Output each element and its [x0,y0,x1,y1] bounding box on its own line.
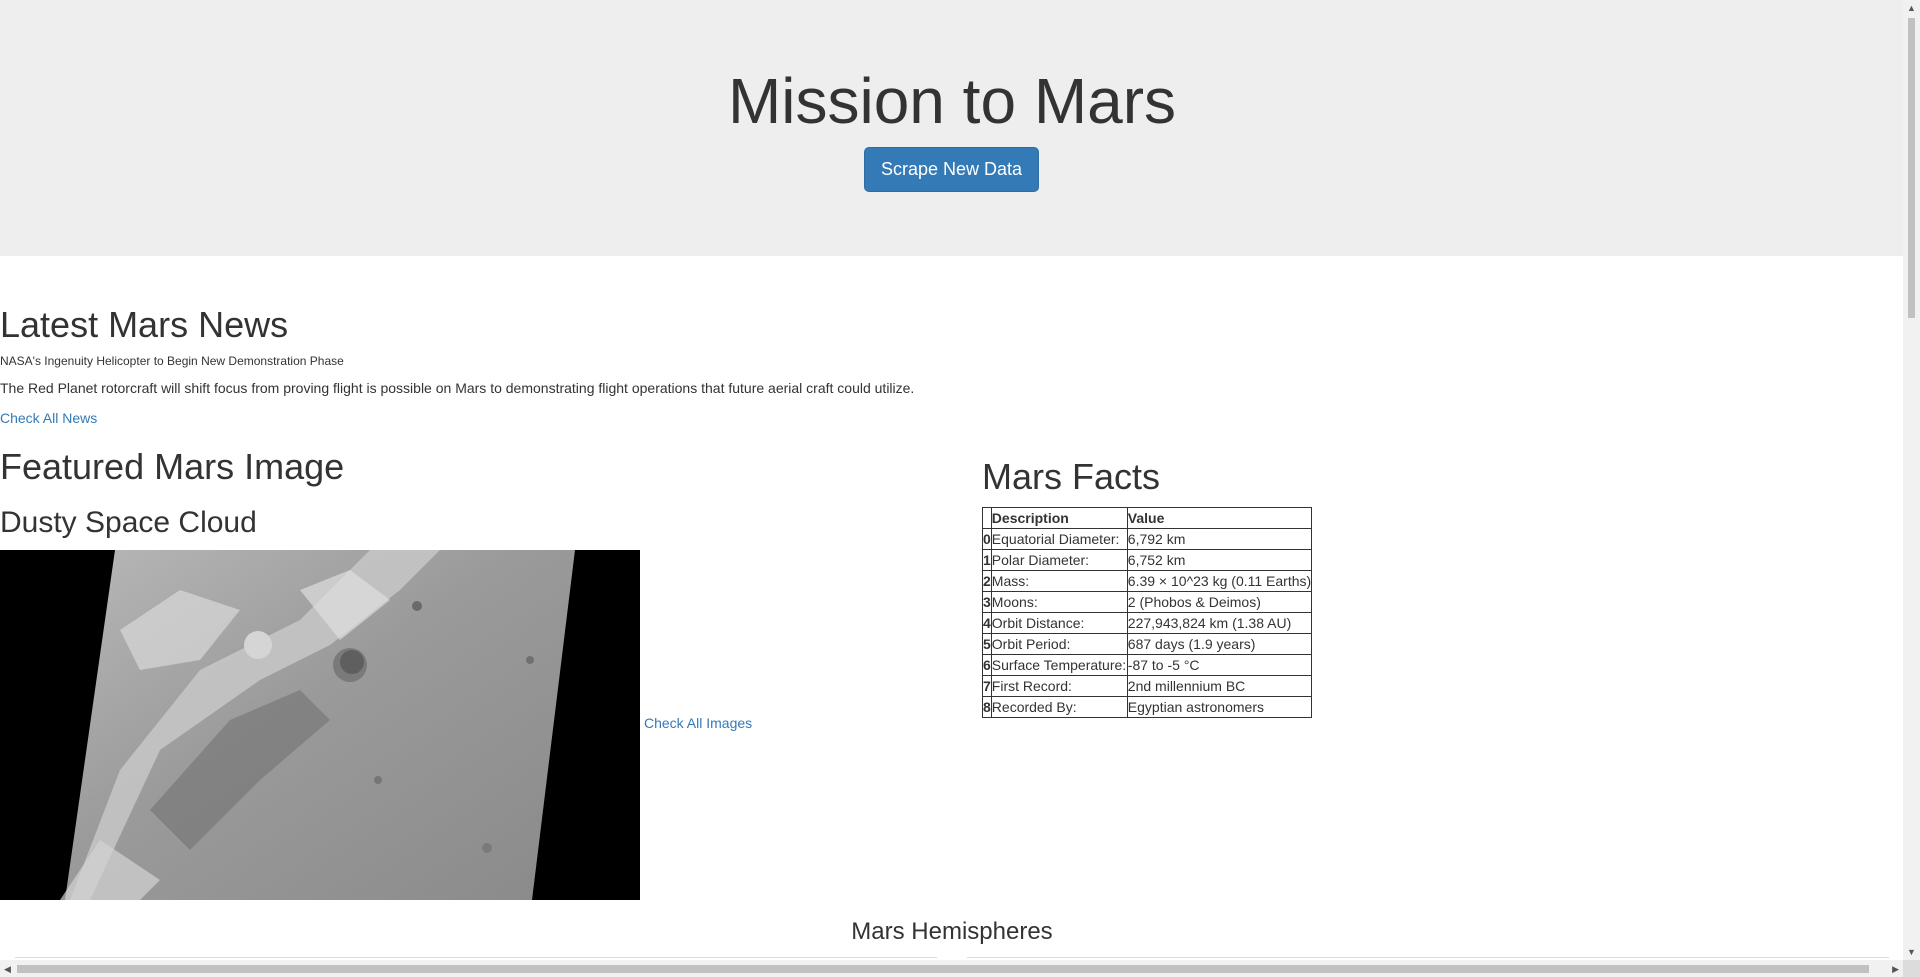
scroll-left-icon[interactable]: ◀ [4,964,11,974]
table-row: 5 Orbit Period: 687 days (1.9 years) [982,633,1313,655]
table-row: 8 Recorded By: Egyptian astronomers [982,696,1313,718]
row-value: 6.39 × 10^23 kg (0.11 Earths) [1126,570,1313,592]
table-row: 2 Mass: 6.39 × 10^23 kg (0.11 Earths) [982,570,1313,592]
row-value: 6,752 km [1126,549,1313,571]
check-all-images-link[interactable]: Check All Images [644,713,752,733]
row-description: Moons: [990,591,1128,613]
table-row: 1 Polar Diameter: 6,752 km [982,549,1313,571]
news-title: NASA's Ingenuity Helicopter to Begin New… [0,354,344,368]
row-index: 1 [982,549,992,571]
row-index: 2 [982,570,992,592]
row-description: Mass: [990,570,1128,592]
mars-facts-table: Description Value 0 Equatorial Diameter: 6… [982,507,1313,718]
row-index: 8 [982,696,992,718]
description-header: Description [990,507,1128,529]
scrape-new-data-button[interactable]: Scrape New Data [864,147,1039,192]
vertical-scrollbar[interactable]: ▲ ▼ [1903,0,1920,960]
row-index: 0 [982,528,992,550]
row-description: Polar Diameter: [990,549,1128,571]
table-header-row: Description Value [982,507,1313,529]
table-row: 3 Moons: 2 (Phobos & Deimos) [982,591,1313,613]
news-paragraph: The Red Planet rotorcraft will shift foc… [0,380,915,396]
row-index: 5 [982,633,992,655]
scrollbar-corner [1903,960,1920,977]
table-row: 4 Orbit Distance: 227,943,824 km (1.38 AU) [982,612,1313,634]
check-all-news-link[interactable]: Check All News [0,408,97,428]
row-value: 6,792 km [1126,528,1313,550]
scroll-down-icon[interactable]: ▼ [1907,947,1916,957]
row-value: 2 (Phobos & Deimos) [1126,591,1313,613]
index-header [982,507,992,529]
news-heading: Latest Mars News [0,304,289,345]
row-description: Surface Temperature: [990,654,1128,676]
row-description: First Record: [990,675,1128,697]
horizontal-scrollbar[interactable]: ◀ ▶ [0,960,1903,977]
page-title: Mission to Mars [727,65,1177,137]
row-description: Orbit Distance: [990,612,1128,634]
featured-image-heading: Featured Mars Image [0,446,345,487]
row-index: 4 [982,612,992,634]
row-value: 227,943,824 km (1.38 AU) [1126,612,1313,634]
table-row: 7 First Record: 2nd millennium BC [982,675,1313,697]
row-value: 687 days (1.9 years) [1126,633,1313,655]
featured-mars-image [0,550,640,900]
row-description: Recorded By: [990,696,1128,718]
table-row: 6 Surface Temperature: -87 to -5 °C [982,654,1313,676]
row-value: -87 to -5 °C [1126,654,1313,676]
featured-image-title: Dusty Space Cloud [0,506,257,539]
scroll-right-icon[interactable]: ▶ [1892,964,1899,974]
row-description: Equatorial Diameter: [990,528,1128,550]
row-value: 2nd millennium BC [1126,675,1313,697]
mars-facts-heading: Mars Facts [982,456,1161,497]
hemispheres-heading: Mars Hemispheres [851,918,1053,945]
row-index: 3 [982,591,992,613]
row-description: Orbit Period: [990,633,1128,655]
scroll-up-icon[interactable]: ▲ [1907,3,1916,13]
table-row: 0 Equatorial Diameter: 6,792 km [982,528,1313,550]
row-index: 7 [982,675,992,697]
value-header: Value [1126,507,1313,529]
vertical-scroll-thumb[interactable] [1908,18,1915,318]
row-value: Egyptian astronomers [1126,696,1313,718]
row-index: 6 [982,654,992,676]
jumbotron-header: Mission to Mars Scrape New Data [0,0,1904,256]
horizontal-scroll-thumb[interactable] [17,965,1869,973]
